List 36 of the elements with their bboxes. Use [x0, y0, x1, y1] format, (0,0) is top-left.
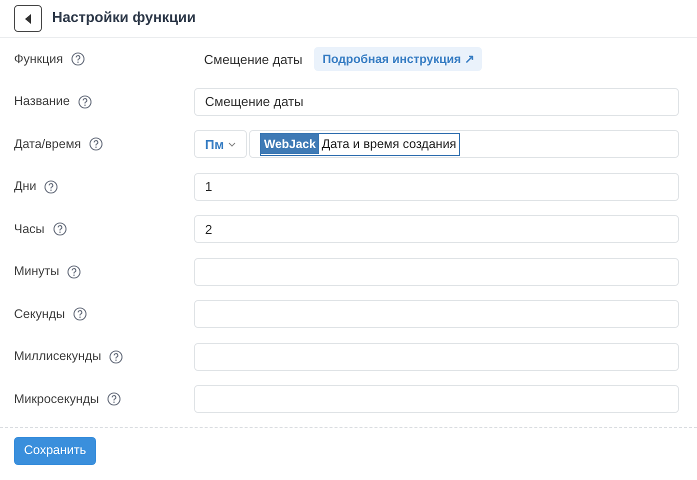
field-label: Миллисекунды [14, 348, 102, 366]
variable-label: Дата и время создания [320, 136, 458, 153]
field-label: Часы [14, 220, 45, 238]
field-label: Дни [14, 178, 36, 196]
input-field[interactable]: WebJack Дата и время создания [248, 130, 679, 158]
input-field[interactable] [194, 258, 679, 286]
field-label: Микросекунды [14, 390, 100, 408]
prefix-dropdown[interactable]: Пм [194, 130, 247, 158]
field-label: Функция [14, 50, 64, 68]
input-field[interactable] [194, 300, 679, 328]
field-label: Минуты [14, 263, 60, 280]
help-icon[interactable] [44, 180, 58, 194]
instruction-link[interactable]: Подробная инструкция ↗ [314, 47, 482, 72]
input-field[interactable]: 1 [194, 172, 679, 201]
help-icon[interactable] [109, 350, 124, 364]
help-icon[interactable] [67, 264, 82, 279]
help-icon[interactable] [73, 307, 88, 322]
function-name: Смещение даты [204, 50, 302, 69]
field-label: Секунды [14, 306, 66, 323]
source-label: WebJack [260, 134, 319, 154]
input-field[interactable]: 2 [194, 215, 679, 244]
input-field[interactable] [194, 385, 679, 414]
field-label: Название [14, 93, 70, 110]
input-field[interactable] [194, 342, 679, 371]
help-icon[interactable] [78, 94, 92, 109]
input-field[interactable]: Смещение даты [194, 88, 679, 116]
help-icon[interactable] [71, 52, 86, 66]
back-icon [25, 14, 31, 24]
help-icon[interactable] [107, 392, 122, 406]
back-button[interactable] [14, 5, 42, 32]
variable-tag[interactable]: WebJack Дата и время создания [260, 132, 460, 156]
help-icon[interactable] [89, 137, 104, 152]
help-icon[interactable] [52, 222, 67, 236]
field-label: Дата/время [14, 136, 82, 153]
chevron-down-icon [228, 142, 236, 147]
page-title: Настройки функции [52, 8, 196, 28]
